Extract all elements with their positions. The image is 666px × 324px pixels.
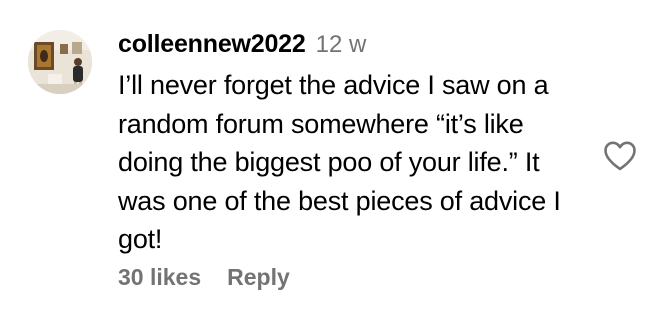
likes-count[interactable]: 30 likes <box>118 264 201 291</box>
timestamp[interactable]: 12 w <box>316 31 367 59</box>
avatar[interactable] <box>28 30 92 94</box>
reply-button[interactable]: Reply <box>227 264 290 291</box>
comment-text: I’ll never forget the advice I saw on a … <box>118 70 561 254</box>
comment-header: colleennew2022 12 w <box>118 30 588 64</box>
username[interactable]: colleennew2022 <box>118 30 306 59</box>
comment-actions: 30 likes Reply <box>118 264 290 291</box>
comment-item: colleennew2022 12 w I’ll never forget th… <box>0 0 666 324</box>
comment-content: colleennew2022 12 w I’ll never forget th… <box>118 30 588 259</box>
avatar-photo <box>28 30 92 94</box>
heart-outline-icon[interactable] <box>603 140 637 172</box>
